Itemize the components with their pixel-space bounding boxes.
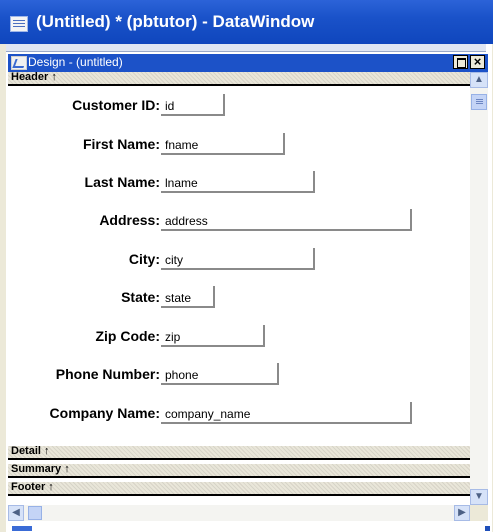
detail-band-label: Detail ↑ <box>11 445 50 457</box>
header-band-bar[interactable]: Header ↑ <box>8 72 470 86</box>
design-window-title: Design - (untitled) <box>28 55 123 69</box>
state-field[interactable]: state <box>161 286 215 308</box>
footer-band-bar[interactable]: Footer ↑ <box>8 481 470 496</box>
horizontal-scrollbar[interactable]: ◀ ▶ <box>8 505 470 521</box>
restore-button[interactable] <box>453 55 468 69</box>
vertical-scrollbar[interactable]: ▲ ▼ <box>470 72 488 506</box>
phone-number-label: Phone Number: <box>55 366 160 382</box>
last-name-label: Last Name: <box>84 174 160 190</box>
design-canvas[interactable]: Header ↑ Customer ID: id First Name: fna… <box>8 72 470 518</box>
scroll-down-button[interactable]: ▼ <box>470 489 488 505</box>
summary-band-bar[interactable]: Summary ↑ <box>8 463 470 478</box>
zip-code-field[interactable]: zip <box>161 325 265 347</box>
window-title: (Untitled) * (pbtutor) - DataWindow <box>36 12 315 31</box>
close-button[interactable]: × <box>470 55 485 69</box>
phone-number-field[interactable]: phone <box>161 363 279 385</box>
customer-id-field[interactable]: id <box>161 94 225 116</box>
app-window: (Untitled) * (pbtutor) - DataWindow Desi… <box>0 0 493 532</box>
customer-id-label: Customer ID: <box>72 97 160 113</box>
city-field[interactable]: city <box>161 248 315 270</box>
scroll-up-button[interactable]: ▲ <box>470 72 488 88</box>
scroll-left-button[interactable]: ◀ <box>8 505 24 521</box>
vertical-scroll-thumb[interactable] <box>471 94 487 110</box>
footer-band-label: Footer ↑ <box>11 481 54 493</box>
state-label: State: <box>121 289 160 305</box>
first-name-field[interactable]: fname <box>161 133 285 155</box>
header-band-label: Header ↑ <box>11 72 57 83</box>
summary-band-label: Summary ↑ <box>11 463 70 475</box>
tile-marker-right <box>485 526 490 531</box>
address-label: Address: <box>99 212 160 228</box>
next-window-edge <box>8 521 490 532</box>
size-grip[interactable] <box>470 505 488 521</box>
window-menu-icon[interactable] <box>10 16 28 32</box>
last-name-field[interactable]: lname <box>161 171 315 193</box>
window-title-bar[interactable]: (Untitled) * (pbtutor) - DataWindow <box>0 0 493 44</box>
inactive-window-edge <box>6 44 486 52</box>
scroll-right-button[interactable]: ▶ <box>454 505 470 521</box>
city-label: City: <box>128 251 160 267</box>
horizontal-scroll-thumb[interactable] <box>28 506 42 520</box>
design-icon <box>11 56 27 70</box>
tile-marker <box>12 526 32 531</box>
address-field[interactable]: address <box>161 209 412 231</box>
first-name-label: First Name: <box>82 136 160 152</box>
company-name-field[interactable]: company_name <box>161 402 412 424</box>
design-window-title-bar[interactable]: Design - (untitled) × <box>8 54 488 72</box>
detail-band-bar[interactable]: Detail ↑ <box>8 445 470 460</box>
zip-code-label: Zip Code: <box>95 328 160 344</box>
company-name-label: Company Name: <box>49 405 160 421</box>
